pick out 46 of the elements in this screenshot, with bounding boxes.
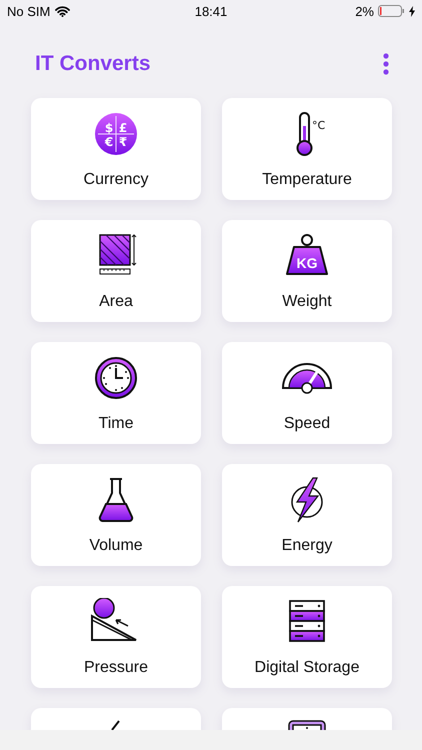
converter-tile[interactable]: Area bbox=[31, 220, 201, 322]
wifi-icon bbox=[55, 6, 70, 16]
more-menu-button[interactable] bbox=[383, 53, 389, 75]
tile-label: Volume bbox=[89, 537, 143, 555]
tile-label: Weight bbox=[282, 293, 332, 311]
currency-symbol: $ bbox=[104, 121, 114, 135]
battery-icon bbox=[378, 5, 405, 17]
area-icon bbox=[99, 234, 136, 274]
server-rack-icon bbox=[289, 600, 325, 642]
slash-icon bbox=[111, 720, 120, 730]
converter-tile[interactable]: KG Weight bbox=[222, 220, 392, 322]
app-title: IT Converts bbox=[35, 52, 151, 76]
converter-tile[interactable]: Energy bbox=[222, 464, 392, 566]
tile-label: Digital Storage bbox=[254, 659, 360, 677]
battery-text: 2% bbox=[355, 4, 374, 18]
clock-icon bbox=[95, 357, 137, 399]
currency-symbol: € bbox=[104, 135, 114, 149]
currency-symbol: £ bbox=[118, 121, 128, 135]
unit-label: °C bbox=[312, 119, 326, 132]
ball-on-slope-icon bbox=[91, 598, 137, 641]
frame-icon bbox=[288, 720, 326, 730]
currency-symbol: ₹ bbox=[118, 135, 128, 149]
flask-icon bbox=[98, 478, 134, 522]
tile-label: Temperature bbox=[262, 171, 352, 189]
clock-text: 18:41 bbox=[194, 4, 228, 18]
speedometer-icon bbox=[282, 363, 332, 394]
converter-tile[interactable]: Volume bbox=[31, 464, 201, 566]
coin-icon bbox=[95, 113, 137, 155]
tile-label: Speed bbox=[284, 415, 330, 433]
charging-icon bbox=[408, 6, 415, 16]
tile-label: Area bbox=[99, 293, 133, 311]
converter-tile[interactable]: Speed bbox=[222, 342, 392, 444]
weight-icon bbox=[286, 234, 328, 275]
converter-tile[interactable]: °C Temperature bbox=[222, 98, 392, 200]
converter-tile[interactable]: Time bbox=[31, 342, 201, 444]
converter-tile[interactable]: $ £ € ₹ Currency bbox=[31, 98, 201, 200]
tile-label: Energy bbox=[282, 537, 332, 555]
tile-label: Time bbox=[98, 415, 134, 433]
lightning-icon bbox=[291, 477, 323, 523]
carrier-text: No SIM bbox=[7, 4, 50, 18]
thermometer-icon bbox=[296, 112, 312, 156]
tile-label: Pressure bbox=[84, 659, 148, 677]
tile-label: Currency bbox=[84, 171, 148, 189]
weight-unit: KG bbox=[296, 255, 318, 271]
converter-tile[interactable]: Pressure bbox=[31, 586, 201, 688]
converter-tile[interactable]: Digital Storage bbox=[222, 586, 392, 688]
